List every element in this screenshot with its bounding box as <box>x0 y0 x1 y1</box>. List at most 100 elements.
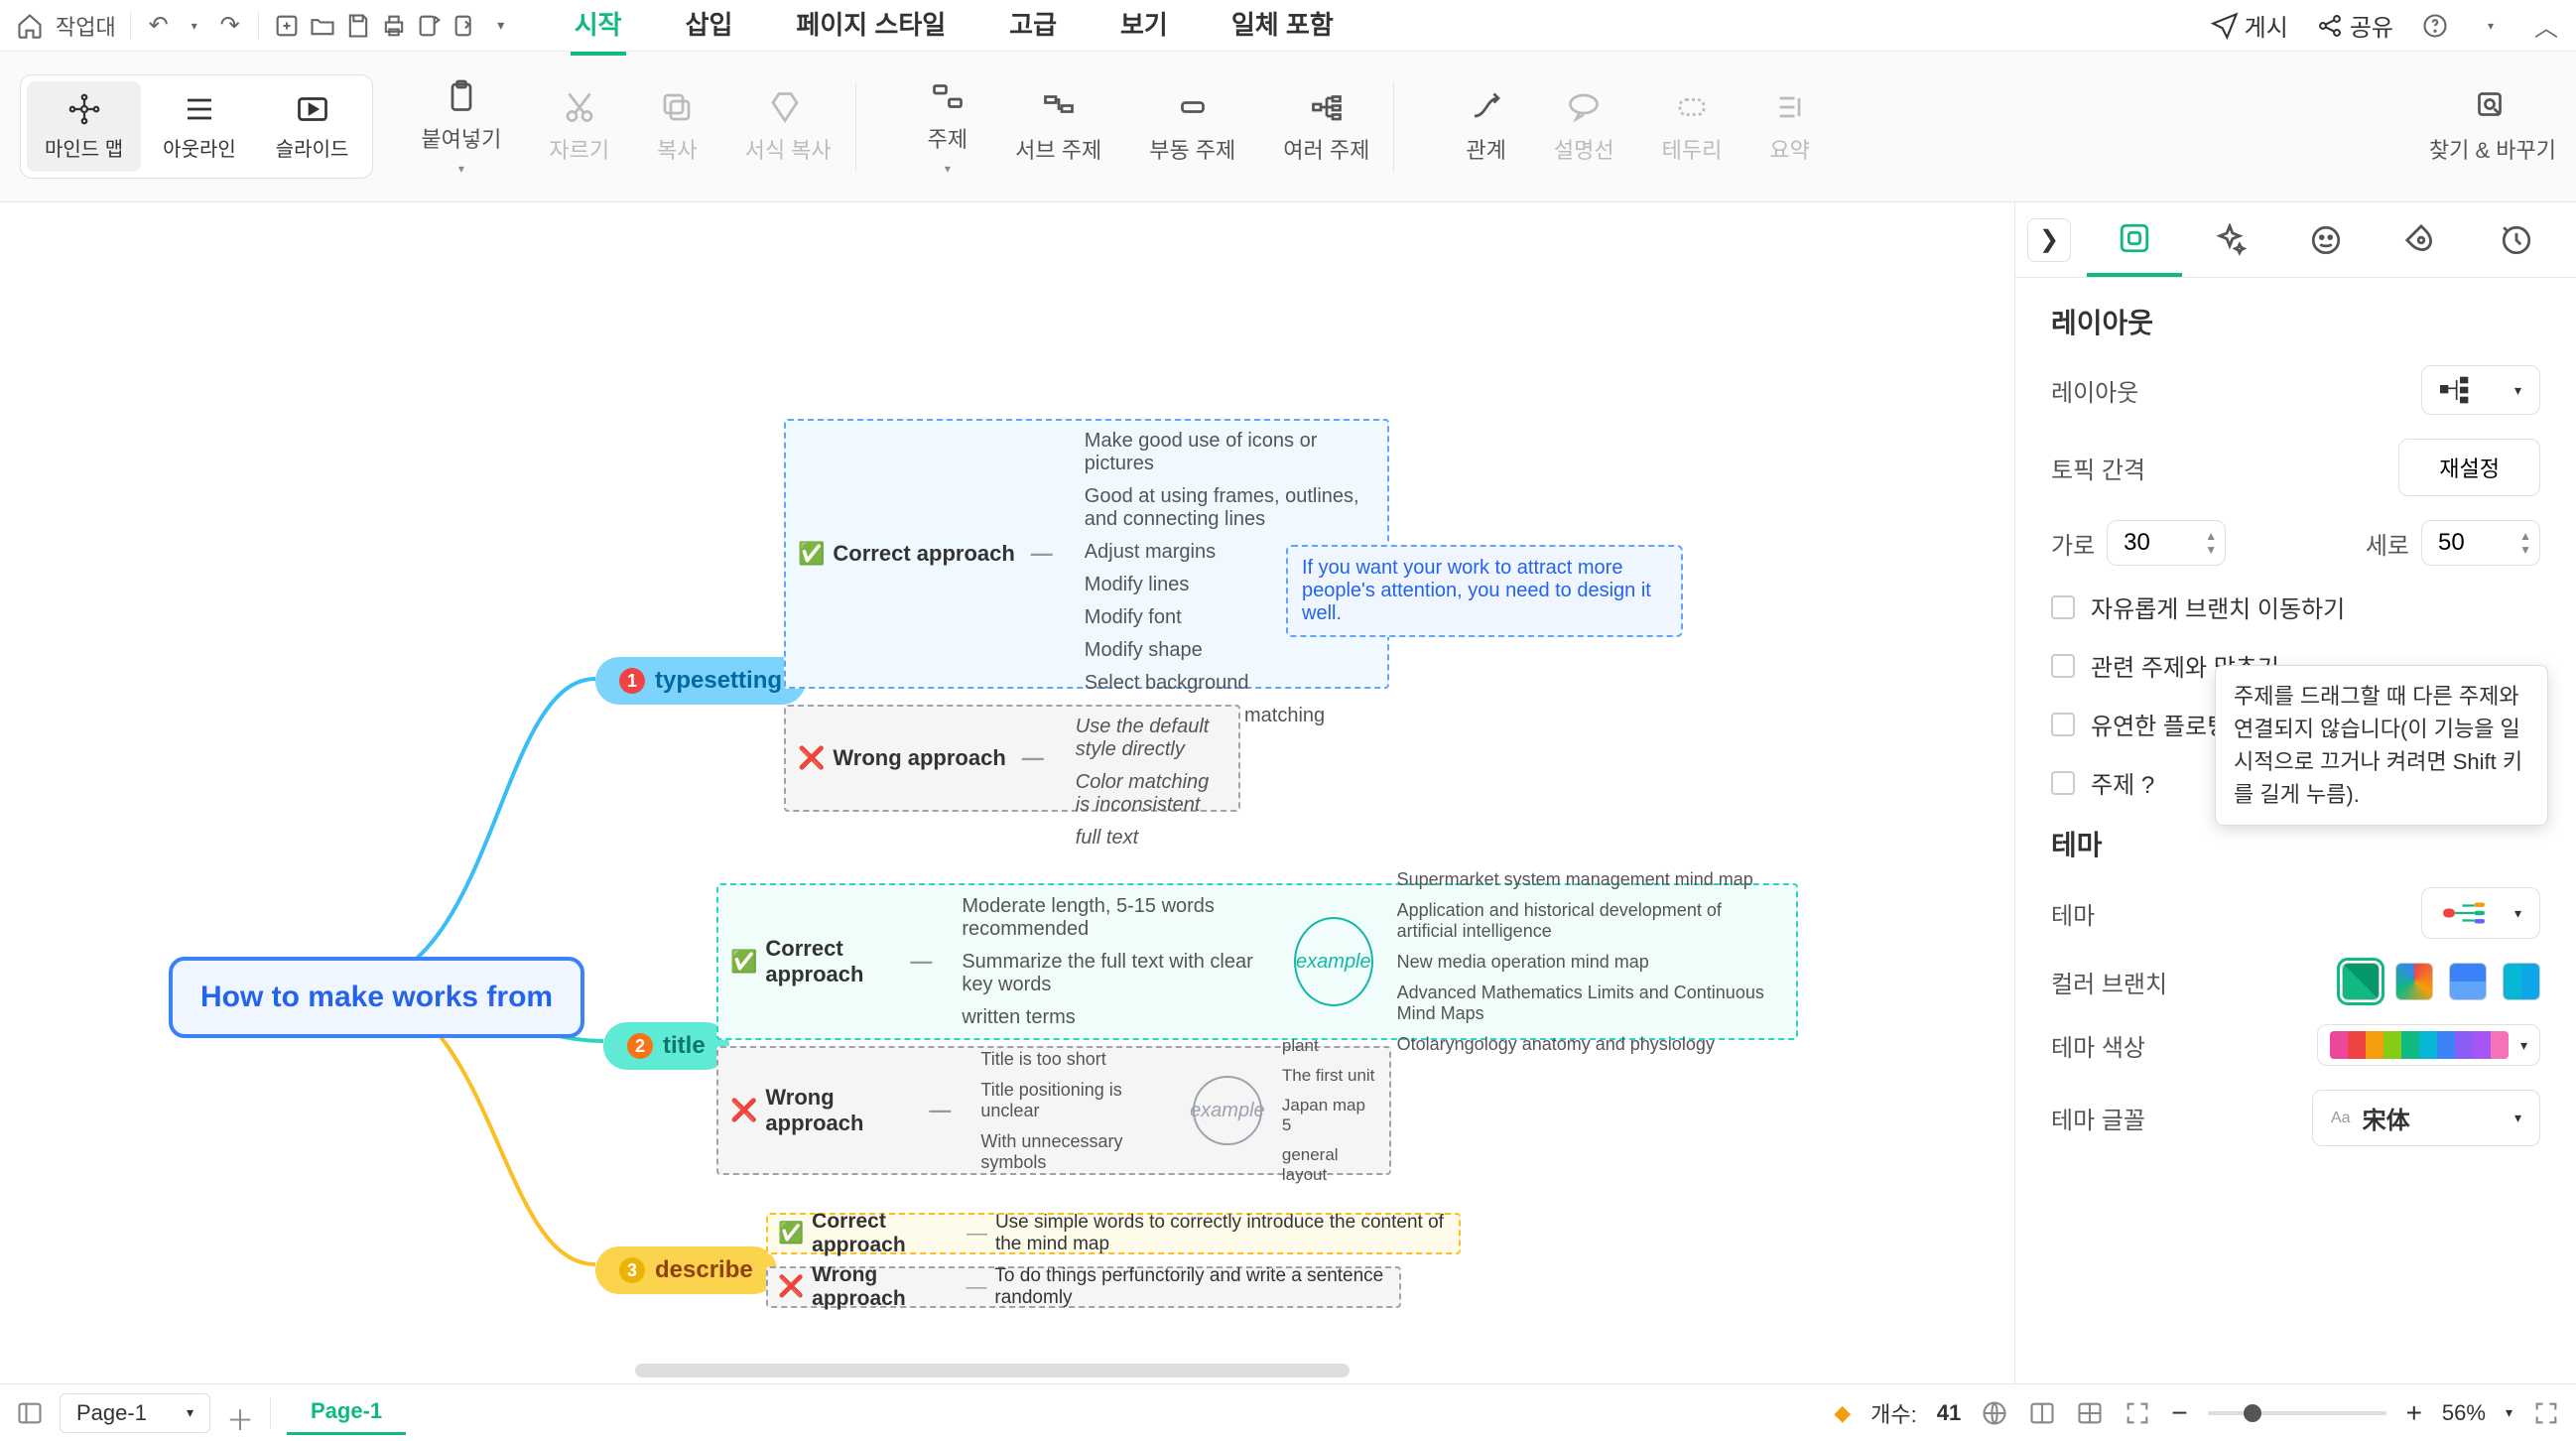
mm-item[interactable]: The first unit <box>1278 1061 1381 1091</box>
publish-button[interactable]: 게시 <box>2211 8 2288 43</box>
checkbox[interactable] <box>2051 654 2075 678</box>
view-slides[interactable]: 슬라이드 <box>258 81 367 172</box>
more-dropdown-icon[interactable]: ▾ <box>487 12 515 40</box>
fullscreen-icon[interactable] <box>2532 1399 2560 1427</box>
zoom-in-button[interactable]: + <box>2406 1397 2422 1429</box>
horiz-input[interactable]: ▲▼ <box>2107 520 2226 566</box>
fit-icon[interactable] <box>2124 1399 2151 1427</box>
panel-collapse-button[interactable]: ❯ <box>2027 218 2071 262</box>
home-icon[interactable] <box>16 12 44 40</box>
find-replace-button[interactable]: 찾기 & 바꾸기 <box>2429 89 2556 165</box>
checkbox[interactable] <box>2051 595 2075 619</box>
float-topic-button[interactable]: 부동 주제 <box>1149 78 1235 176</box>
mm-item[interactable]: general layout <box>1278 1140 1381 1190</box>
describe-wrong-box[interactable]: ❌ Wrong approach — To do things perfunct… <box>766 1266 1401 1308</box>
zoom-out-button[interactable]: − <box>2171 1397 2187 1429</box>
open-icon[interactable] <box>309 12 336 40</box>
multi-topic-button[interactable]: 여러 주제 <box>1283 78 1369 176</box>
grid-icon[interactable] <box>2076 1399 2104 1427</box>
mm-item[interactable]: Advanced Mathematics Limits and Continuo… <box>1393 978 1788 1029</box>
mm-root[interactable]: How to make works from <box>169 957 584 1038</box>
zoom-slider[interactable] <box>2208 1411 2386 1415</box>
print-icon[interactable] <box>380 12 408 40</box>
menu-view[interactable]: 보기 <box>1116 0 1172 56</box>
mm-item[interactable]: written terms <box>958 1001 1274 1034</box>
mm-item[interactable]: Supermarket system management mind map <box>1393 864 1788 895</box>
example-circle[interactable]: example <box>1294 917 1373 1006</box>
vert-value[interactable] <box>2438 529 2486 557</box>
note-button[interactable]: 설명선 <box>1554 89 1614 165</box>
panel-tab-ai[interactable] <box>2182 202 2277 277</box>
add-page-button[interactable]: ＋ <box>226 1399 254 1427</box>
panel-tab-emoji[interactable] <box>2277 202 2373 277</box>
mm-item[interactable]: Modify shape <box>1081 634 1379 667</box>
spin-down-icon[interactable]: ▼ <box>2205 543 2217 557</box>
page-select[interactable]: Page-1 ▾ <box>60 1393 210 1433</box>
summary-button[interactable]: 요약 <box>1769 89 1809 165</box>
spin-up-icon[interactable]: ▲ <box>2519 529 2531 543</box>
menu-all-include[interactable]: 일체 포함 <box>1227 0 1338 56</box>
describe-correct-box[interactable]: ✅ Correct approach — Use simple words to… <box>766 1213 1461 1254</box>
mm-item[interactable]: plant <box>1278 1031 1381 1061</box>
mm-item[interactable]: New media operation mind map <box>1393 947 1788 978</box>
menu-page-style[interactable]: 페이지 스타일 <box>792 0 950 56</box>
view-outline[interactable]: 아웃라인 <box>145 81 254 172</box>
mm-item[interactable]: With unnecessary symbols <box>976 1126 1176 1178</box>
reset-button[interactable]: 재설정 <box>2398 439 2540 496</box>
redo-icon[interactable]: ↷ <box>216 12 244 40</box>
sidebar-toggle-icon[interactable] <box>16 1399 44 1427</box>
horizontal-scrollbar[interactable] <box>635 1364 1350 1377</box>
spin-up-icon[interactable]: ▲ <box>2205 529 2217 543</box>
mm-item[interactable]: Make good use of icons or pictures <box>1081 425 1379 480</box>
menu-insert[interactable]: 삽입 <box>682 0 737 56</box>
mm-item[interactable]: Application and historical development o… <box>1393 895 1788 947</box>
branch-swatch-4[interactable] <box>2503 963 2540 1000</box>
page-tab[interactable]: Page-1 <box>287 1390 406 1435</box>
theme-select[interactable]: ▾ <box>2421 887 2540 939</box>
share-button[interactable]: 공유 <box>2316 8 2393 43</box>
globe-icon[interactable] <box>1981 1399 2008 1427</box>
layout-select[interactable]: ▾ <box>2421 365 2540 415</box>
cut-button[interactable]: 자르기 <box>549 78 609 176</box>
title-wrong-box[interactable]: ❌ Wrong approach — Title is too short Ti… <box>716 1046 1391 1175</box>
undo-dropdown-icon[interactable]: ▾ <box>181 12 208 40</box>
mm-item[interactable]: Use the default style directly <box>1072 711 1230 766</box>
mm-item[interactable]: Title positioning is unclear <box>976 1075 1176 1126</box>
free-move-checkbox-row[interactable]: 자유롭게 브랜치 이동하기 <box>2051 590 2540 624</box>
mm-item[interactable]: Select background <box>1081 667 1379 700</box>
branch-swatch-1[interactable] <box>2342 963 2380 1000</box>
zoom-value[interactable]: 56% <box>2442 1400 2486 1426</box>
branch-typesetting[interactable]: 1 typesetting <box>595 657 806 705</box>
paste-button[interactable]: 붙여넣기 ▾ <box>421 78 501 176</box>
horiz-value[interactable] <box>2124 529 2171 557</box>
panel-tab-history[interactable] <box>2469 202 2564 277</box>
mm-item[interactable]: Summarize the full text with clear key w… <box>958 946 1274 1001</box>
branch-swatch-3[interactable] <box>2449 963 2487 1000</box>
mm-item[interactable]: Otolaryngology anatomy and physiology <box>1393 1029 1788 1060</box>
vert-input[interactable]: ▲▼ <box>2421 520 2540 566</box>
columns-icon[interactable] <box>2028 1399 2056 1427</box>
help-icon[interactable] <box>2421 12 2449 40</box>
undo-icon[interactable]: ↶ <box>145 12 173 40</box>
export-icon[interactable] <box>416 12 444 40</box>
title-correct-box[interactable]: ✅ Correct approach — Moderate length, 5-… <box>716 883 1798 1040</box>
workbench-label[interactable]: 작업대 <box>56 10 116 42</box>
typesetting-wrong-box[interactable]: ❌ Wrong approach — Use the default style… <box>784 705 1240 812</box>
border-button[interactable]: 테두리 <box>1662 89 1723 165</box>
collapse-ribbon-icon[interactable]: ︿ <box>2532 12 2560 40</box>
mm-item[interactable]: full text <box>1072 822 1230 854</box>
font-select[interactable]: Aa 宋体 ▾ <box>2312 1090 2540 1146</box>
checkbox[interactable] <box>2051 771 2075 795</box>
branch-describe[interactable]: 3 describe <box>595 1246 777 1294</box>
mm-item[interactable]: Good at using frames, outlines, and conn… <box>1081 480 1379 536</box>
new-icon[interactable] <box>273 12 301 40</box>
help-dropdown-icon[interactable]: ▾ <box>2477 12 2505 40</box>
mm-item[interactable]: Color matching is inconsistent <box>1072 766 1230 822</box>
format-copy-button[interactable]: 서식 복사 <box>745 78 832 176</box>
sub-topic-button[interactable]: 서브 주제 <box>1015 78 1101 176</box>
mm-item[interactable]: Japan map 5 <box>1278 1091 1381 1140</box>
checkbox[interactable] <box>2051 713 2075 736</box>
example-circle[interactable]: example <box>1193 1076 1262 1145</box>
theme-color-select[interactable]: ▾ <box>2317 1024 2540 1066</box>
branch-swatch-2[interactable] <box>2395 963 2433 1000</box>
